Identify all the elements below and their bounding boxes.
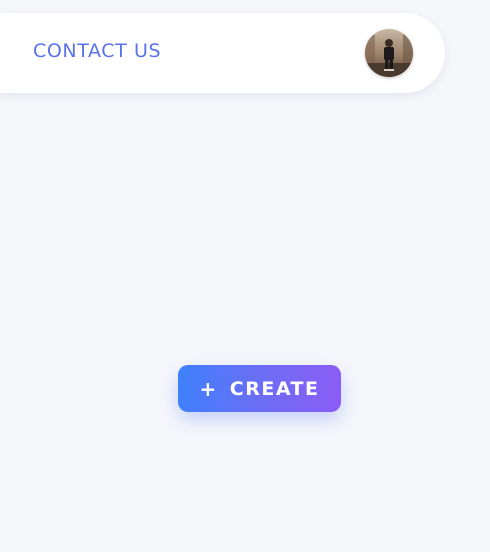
contact-us-link[interactable]: CONTACT US (33, 40, 161, 62)
user-avatar[interactable] (365, 29, 413, 77)
create-button[interactable]: + CREATE (178, 365, 341, 412)
top-navbar: CONTACT US (0, 13, 445, 93)
create-button-label: CREATE (229, 377, 320, 400)
page: CONTACT US + CREATE (0, 0, 490, 552)
plus-icon: + (199, 376, 218, 401)
avatar-photo-icon (365, 29, 413, 77)
